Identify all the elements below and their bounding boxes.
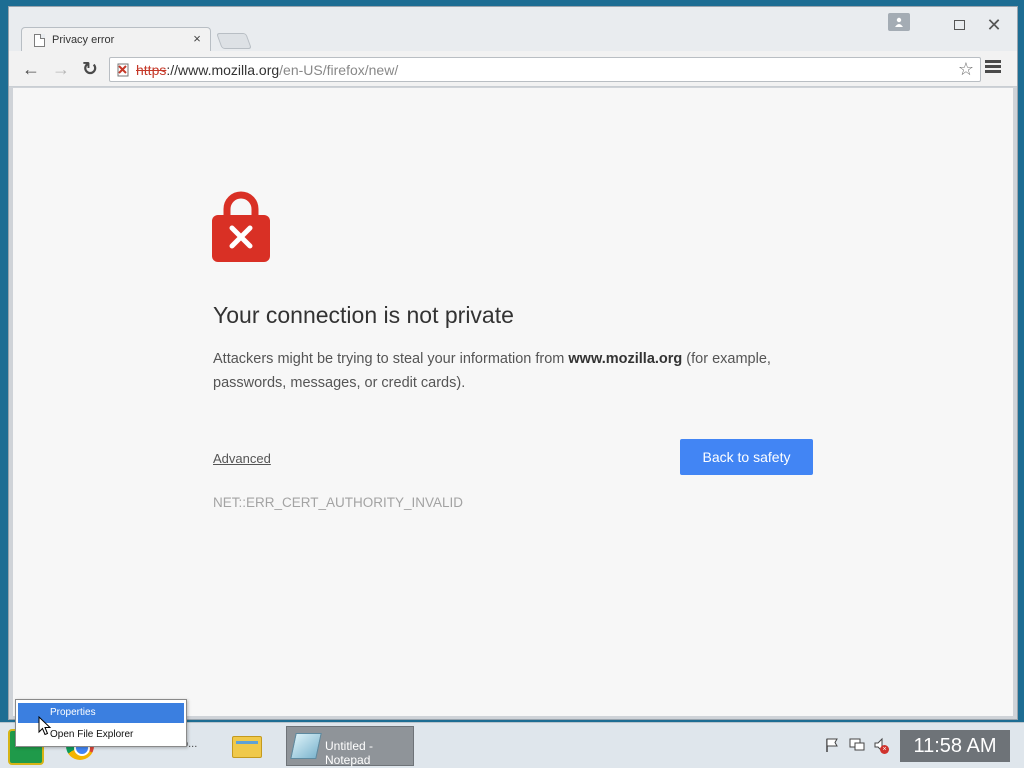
profile-icon[interactable] <box>888 13 910 31</box>
network-icon[interactable] <box>848 737 866 753</box>
url-text: https://www.mozilla.org/en-US/firefox/ne… <box>136 62 398 78</box>
taskbar-notepad[interactable]: Untitled - Notepad <box>286 726 414 767</box>
taskbar-notepad-label: Untitled - Notepad <box>325 739 374 767</box>
mouse-cursor-icon <box>38 716 52 736</box>
toolbar: ← → ↻ https://www.mozilla.org/en-US/fire… <box>9 51 1017 87</box>
folder-icon <box>232 736 262 758</box>
tab-privacy-error[interactable]: Privacy error × <box>21 27 211 53</box>
tab-title: Privacy error <box>52 34 115 46</box>
back-button[interactable]: ← <box>19 57 43 81</box>
page-title: Your connection is not private <box>213 302 514 328</box>
desc-text-1: Attackers might be trying to steal your … <box>213 351 569 367</box>
chrome-menu-button[interactable] <box>985 60 1001 78</box>
back-to-safety-button[interactable]: Back to safety <box>680 439 813 475</box>
url-scheme: https <box>136 62 167 78</box>
close-window-button[interactable]: ✕ <box>981 15 1007 35</box>
url-host: ://www.mozilla.org <box>166 62 280 78</box>
warning-description: Attackers might be trying to steal your … <box>213 347 823 395</box>
red-lock-icon <box>212 191 270 262</box>
maximize-button[interactable] <box>946 15 972 35</box>
desc-host: www.mozilla.org <box>568 351 683 367</box>
bookmark-star-icon[interactable]: ☆ <box>958 59 974 80</box>
muted-badge-icon: × <box>880 745 889 754</box>
reload-button[interactable]: ↻ <box>78 57 102 81</box>
forward-button[interactable]: → <box>49 57 73 81</box>
menu-bar-1 <box>985 60 1001 63</box>
menu-bar-2 <box>985 65 1001 68</box>
maximize-icon <box>953 20 965 30</box>
url-path: /en-US/firefox/new/ <box>279 62 399 78</box>
page-content: Your connection is not private Attackers… <box>13 88 1013 716</box>
action-center-flag-icon[interactable] <box>824 737 840 753</box>
insecure-lock-icon[interactable] <box>116 62 132 78</box>
tab-close-icon[interactable]: × <box>190 31 204 47</box>
browser-window: Privacy error × ✕ ← → ↻ https://www.mozi… <box>8 6 1018 720</box>
advanced-link[interactable]: Advanced <box>213 451 271 466</box>
notepad-icon <box>290 733 322 759</box>
menu-bar-3 <box>985 70 1001 73</box>
address-bar[interactable]: https://www.mozilla.org/en-US/firefox/ne… <box>109 57 981 82</box>
new-tab-button[interactable] <box>216 33 252 49</box>
title-bar: Privacy error × ✕ <box>9 7 1017 53</box>
clock[interactable]: 11:58 AM <box>900 730 1010 762</box>
error-code: NET::ERR_CERT_AUTHORITY_INVALID <box>213 495 464 510</box>
taskbar-file-explorer[interactable] <box>230 726 264 766</box>
person-icon <box>895 17 903 27</box>
page-icon <box>34 34 45 47</box>
